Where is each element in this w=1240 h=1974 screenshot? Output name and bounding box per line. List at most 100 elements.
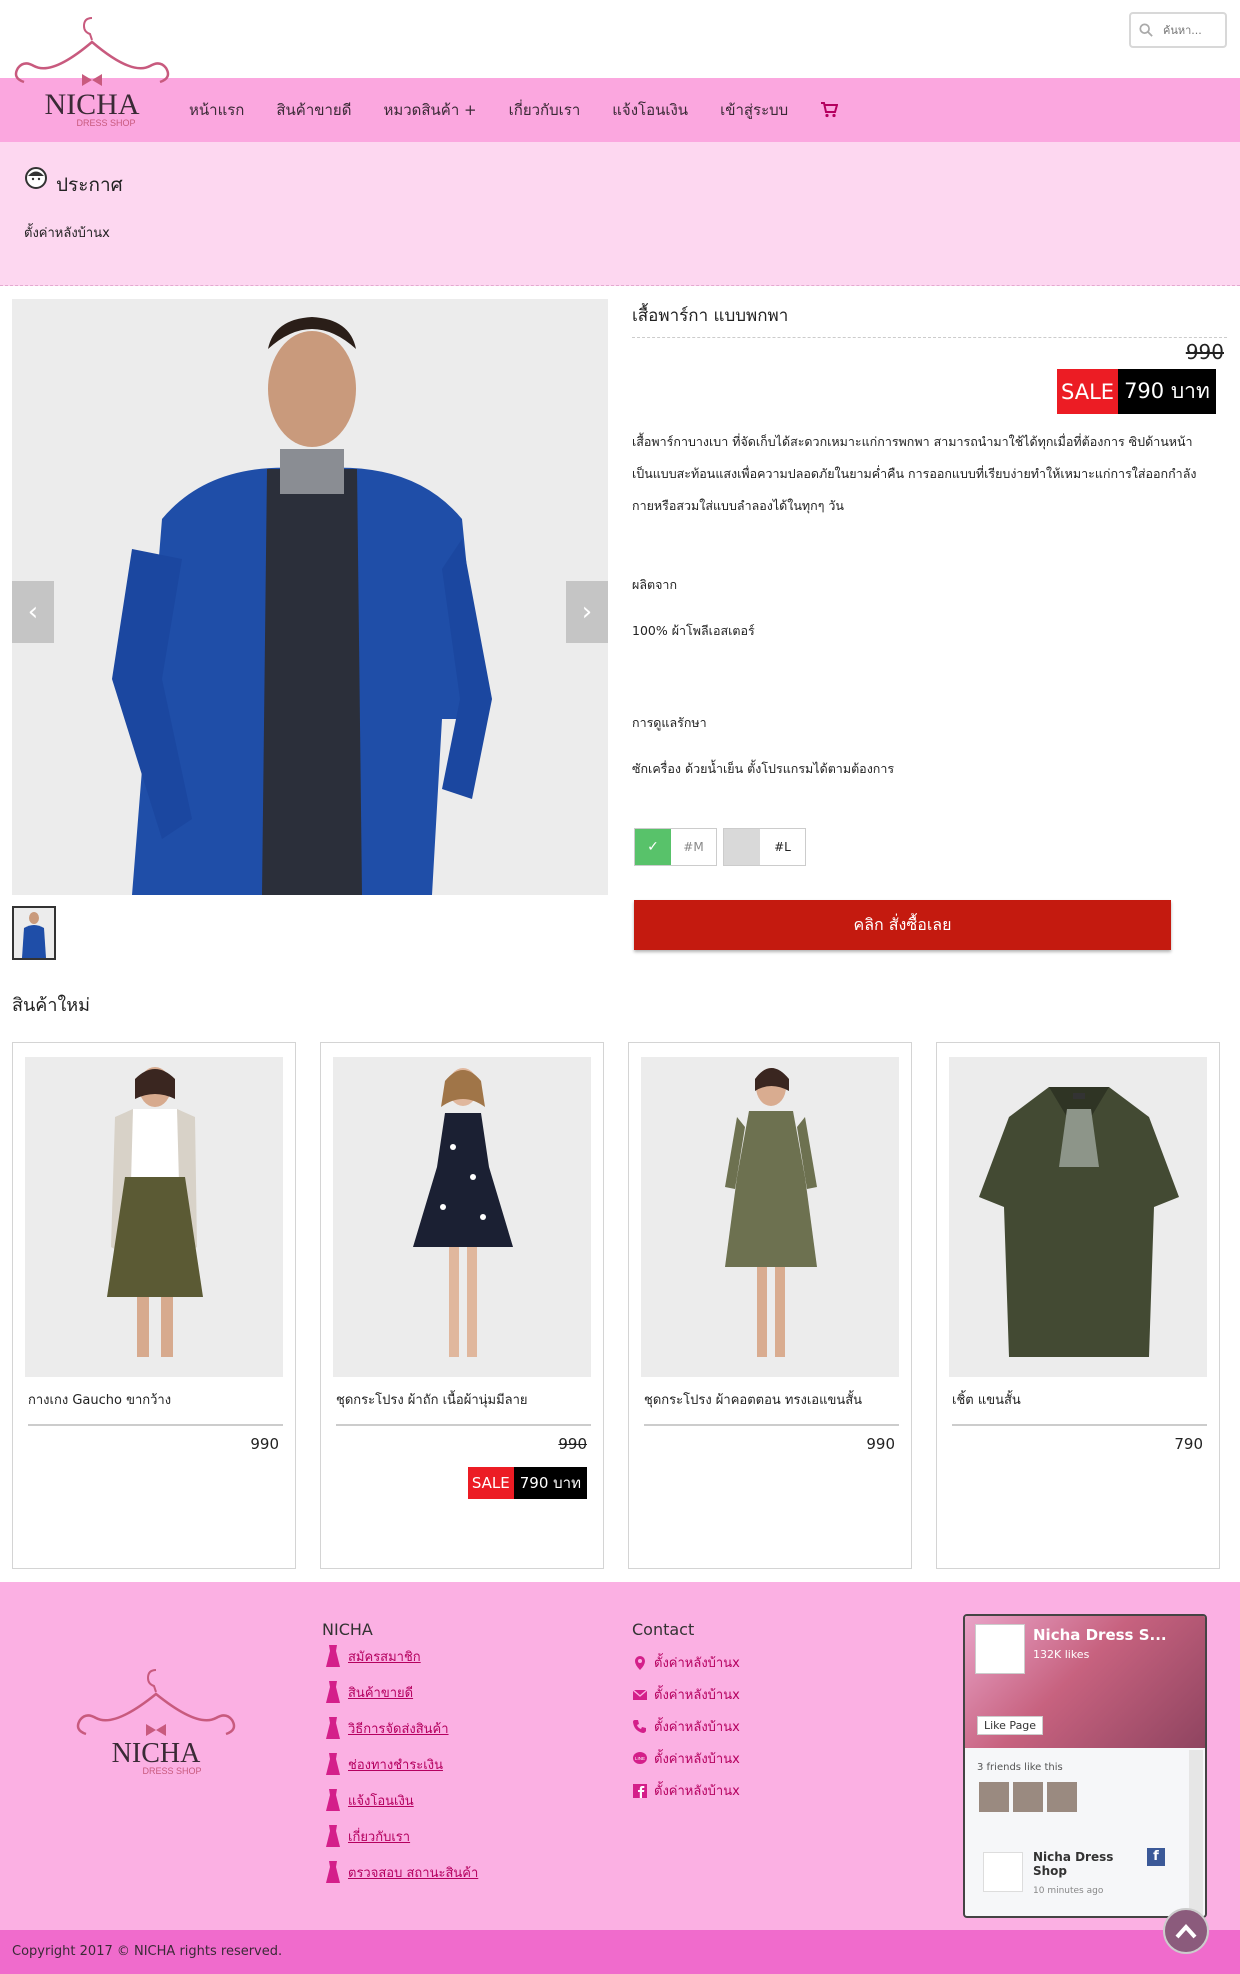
copyright-text: Copyright 2017 © NICHA rights reserved. bbox=[12, 1944, 283, 1959]
product-card[interactable]: ชุดกระโปรง ผ้าถัก เนื้อผ้านุ่มมีลาย 990 … bbox=[320, 1042, 604, 1569]
material-label: ผลิตจาก bbox=[632, 577, 678, 592]
product-card-image[interactable] bbox=[25, 1057, 283, 1377]
mail-icon bbox=[632, 1688, 648, 1700]
nav-login[interactable]: เข้าสู่ระบบ bbox=[720, 98, 788, 122]
buy-now-button[interactable]: คลิก สั่งซื้อเลย bbox=[634, 900, 1171, 950]
footer-link-label: สินค้าขายดี bbox=[348, 1685, 414, 1701]
fb-like-page-button[interactable]: Like Page bbox=[977, 1716, 1044, 1735]
contact-facebook: ตั้งค่าหลังบ้านx bbox=[632, 1780, 740, 1801]
footer-link-register[interactable]: สมัครสมาชิก bbox=[324, 1644, 421, 1668]
dress-icon bbox=[326, 1681, 340, 1703]
dress-icon bbox=[326, 1861, 340, 1883]
product-card-name[interactable]: ชุดกระโปรง ผ้าคอตตอน ทรงเอแขนสั้น bbox=[644, 1389, 899, 1426]
dress-icon bbox=[326, 1789, 340, 1811]
main-nav: หน้าแรก สินค้าขายดี หมวดสินค้า + เกี่ยวก… bbox=[0, 78, 1240, 142]
fb-friend-avatar[interactable] bbox=[1013, 1782, 1043, 1812]
fb-page-name[interactable]: Nicha Dress S... bbox=[1033, 1626, 1167, 1644]
footer-link-payment-notify[interactable]: แจ้งโอนเงิน bbox=[324, 1788, 414, 1812]
fb-like-count: 132K likes bbox=[1033, 1648, 1090, 1661]
product-card-name[interactable]: กางเกง Gaucho ขากว้าง bbox=[28, 1389, 283, 1426]
carousel-next-button[interactable]: › bbox=[566, 581, 608, 643]
nav-categories[interactable]: หมวดสินค้า + bbox=[383, 98, 476, 122]
product-card-name[interactable]: ชุดกระโปรง ผ้าถัก เนื้อผ้านุ่มมีลาย bbox=[336, 1389, 591, 1426]
product-photo bbox=[12, 299, 608, 895]
size-swatch bbox=[724, 829, 760, 865]
product-card[interactable]: ชุดกระโปรง ผ้าคอตตอน ทรงเอแขนสั้น 990 bbox=[628, 1042, 912, 1569]
footer-link-label: เกี่ยวกับเรา bbox=[348, 1829, 411, 1845]
contact-phone: ตั้งค่าหลังบ้านx bbox=[632, 1716, 740, 1737]
dress-icon bbox=[326, 1825, 340, 1847]
nav-home[interactable]: หน้าแรก bbox=[189, 98, 244, 122]
size-option-m[interactable]: ✓ #M bbox=[634, 828, 717, 866]
top-bar bbox=[0, 0, 1240, 78]
footer-link-order-status[interactable]: ตรวจสอบ สถานะสินค้า bbox=[324, 1860, 478, 1884]
product-card-image[interactable] bbox=[949, 1057, 1207, 1377]
footer-contact-title: Contact bbox=[632, 1620, 695, 1639]
footer-logo[interactable]: NICHA DRESS SHOP bbox=[76, 1662, 236, 1782]
announcement-icon bbox=[25, 167, 47, 189]
description-line: เป็นแบบสะท้อนแสงเพื่อความปลอดภัยในยามค่ำ… bbox=[632, 466, 1197, 481]
footer-link-shipping[interactable]: วิธีการจัดส่งสินค้า bbox=[324, 1716, 449, 1740]
footer-link-payment-methods[interactable]: ช่องทางชำระเงิน bbox=[324, 1752, 443, 1776]
fb-post-author[interactable]: Nicha Dress Shop bbox=[1033, 1850, 1113, 1878]
product-card-image[interactable] bbox=[333, 1057, 591, 1377]
announcement-panel: ประกาศ ตั้งค่าหลังบ้านx bbox=[0, 142, 1240, 286]
product-card-sale-badge: SALE 790 บาท bbox=[467, 1467, 587, 1499]
site-logo[interactable]: NICHA DRESS SHOP bbox=[14, 12, 170, 130]
care-label: การดูแลรักษา bbox=[632, 715, 707, 730]
size-option-l[interactable]: #L bbox=[723, 828, 806, 866]
dress-icon bbox=[326, 1717, 340, 1739]
search-box[interactable] bbox=[1129, 12, 1227, 48]
phone-icon bbox=[633, 1719, 646, 1733]
fb-friends-text: 3 friends like this bbox=[977, 1762, 1063, 1773]
nav-about[interactable]: เกี่ยวกับเรา bbox=[509, 98, 581, 122]
footer-nicha-title: NICHA bbox=[322, 1620, 373, 1639]
product-old-price: 990 bbox=[1185, 340, 1224, 364]
product-thumbnail[interactable] bbox=[12, 906, 56, 960]
search-input[interactable] bbox=[1163, 23, 1223, 37]
new-products-title: สินค้าใหม่ bbox=[12, 995, 90, 1016]
search-icon[interactable] bbox=[1139, 23, 1153, 37]
footer-link-label: ช่องทางชำระเงิน bbox=[348, 1757, 443, 1773]
dress-icon bbox=[326, 1645, 340, 1667]
product-card[interactable]: กางเกง Gaucho ขากว้าง 990 bbox=[12, 1042, 296, 1569]
fb-post-avatar[interactable] bbox=[983, 1852, 1023, 1892]
product-card-name[interactable]: เชิ้ต แขนสั้น bbox=[952, 1389, 1207, 1426]
care-value: ซักเครื่อง ด้วยน้ำเย็น ตั้งโปรแกรมได้ตาม… bbox=[632, 761, 895, 776]
fb-scrollbar[interactable] bbox=[1189, 1750, 1203, 1916]
product-description: เสื้อพาร์กาบางเบา ที่จัดเก็บได้สะดวกเหมา… bbox=[632, 426, 1227, 522]
facebook-logo-icon: f bbox=[1147, 1848, 1165, 1866]
sale-price: 790 บาท bbox=[1118, 369, 1216, 414]
cart-icon[interactable] bbox=[820, 102, 839, 118]
carousel-prev-button[interactable]: ‹ bbox=[12, 581, 54, 643]
size-label: #M bbox=[683, 840, 704, 854]
footer-link-label: แจ้งโอนเงิน bbox=[348, 1793, 414, 1809]
footer-link-label: สมัครสมาชิก bbox=[348, 1649, 421, 1665]
product-card-image[interactable] bbox=[641, 1057, 899, 1377]
logo-tagline: DRESS SHOP bbox=[76, 118, 135, 128]
product-card-price: 790 bbox=[1174, 1435, 1203, 1453]
footer-logo-tagline: DRESS SHOP bbox=[142, 1766, 201, 1776]
fb-friend-avatar[interactable] bbox=[1047, 1782, 1077, 1812]
facebook-page-widget[interactable]: Nicha Dress S... 132K likes Like Page 3 … bbox=[963, 1614, 1207, 1918]
nav-bestsellers[interactable]: สินค้าขายดี bbox=[276, 98, 351, 122]
sale-label: SALE bbox=[467, 1467, 514, 1499]
contact-address: ตั้งค่าหลังบ้านx bbox=[632, 1652, 740, 1673]
contact-line: LINE ตั้งค่าหลังบ้านx bbox=[632, 1748, 740, 1769]
product-sale-badge: SALE 790 บาท bbox=[1057, 369, 1216, 414]
scroll-to-top-button[interactable] bbox=[1163, 1908, 1209, 1954]
fb-page-avatar[interactable] bbox=[975, 1624, 1025, 1674]
footer-link-about[interactable]: เกี่ยวกับเรา bbox=[324, 1824, 410, 1848]
fb-friend-avatar[interactable] bbox=[979, 1782, 1009, 1812]
nav-payment-notify[interactable]: แจ้งโอนเงิน bbox=[612, 98, 688, 122]
product-card[interactable]: เชิ้ต แขนสั้น 790 bbox=[936, 1042, 1220, 1569]
announcement-text: ตั้งค่าหลังบ้านx bbox=[24, 226, 110, 241]
check-icon: ✓ bbox=[635, 829, 671, 865]
product-card-price: 990 bbox=[866, 1435, 895, 1453]
footer-link-label: วิธีการจัดส่งสินค้า bbox=[348, 1721, 449, 1737]
product-main-image: ‹ › bbox=[12, 299, 608, 895]
footer-link-bestsellers[interactable]: สินค้าขายดี bbox=[324, 1680, 413, 1704]
size-label: #L bbox=[774, 840, 791, 854]
footer-link-label: ตรวจสอบ สถานะสินค้า bbox=[348, 1865, 479, 1881]
logo-wordmark: NICHA bbox=[45, 88, 140, 121]
